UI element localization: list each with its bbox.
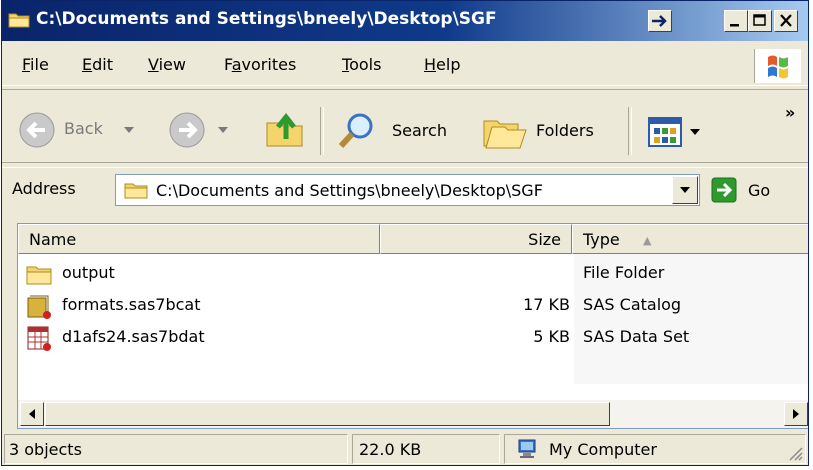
- list-item[interactable]: output File Folder: [18, 260, 808, 288]
- menu-file[interactable]: File: [22, 55, 49, 74]
- up-folder-icon[interactable]: [264, 109, 306, 151]
- views-dropdown-icon: [690, 129, 700, 135]
- go-button-label[interactable]: Go: [748, 181, 770, 200]
- search-label: Search: [392, 121, 447, 140]
- close-button[interactable]: [774, 10, 798, 32]
- status-objects-pane: 3 objects: [4, 434, 348, 464]
- folders-button[interactable]: Folders: [480, 109, 616, 153]
- file-size: 17 KB: [523, 295, 570, 314]
- status-size-pane: 22.0 KB: [352, 434, 500, 464]
- column-header-name-label: Name: [29, 230, 77, 249]
- horizontal-scrollbar[interactable]: [18, 400, 808, 428]
- sas-dataset-icon: [27, 326, 51, 351]
- status-zone: My Computer: [549, 440, 657, 459]
- toolbar-separator: [320, 107, 324, 155]
- folder-icon: [124, 183, 148, 199]
- column-header-size[interactable]: Size: [380, 224, 572, 254]
- address-input[interactable]: C:\Documents and Settings\bneely\Desktop…: [115, 174, 700, 206]
- menu-favorites[interactable]: Favorites: [224, 55, 296, 74]
- menu-tools[interactable]: Tools: [342, 55, 381, 74]
- my-computer-icon: [518, 439, 536, 458]
- address-label: Address: [12, 179, 76, 198]
- title-bar[interactable]: C:\Documents and Settings\bneely\Desktop…: [2, 1, 808, 41]
- resize-grip-icon[interactable]: [787, 445, 803, 461]
- column-header-name[interactable]: Name: [18, 224, 380, 254]
- column-header-type[interactable]: Type ▲: [572, 224, 808, 254]
- sas-catalog-icon: [27, 295, 51, 319]
- back-arrow-icon: [19, 112, 55, 148]
- list-item[interactable]: d1afs24.sas7bdat 5 KB SAS Data Set: [18, 324, 808, 352]
- toolbar-overflow-chevron[interactable]: »: [785, 103, 795, 122]
- status-size: 22.0 KB: [359, 440, 422, 459]
- forward-button[interactable]: [166, 107, 246, 153]
- back-button[interactable]: Back: [16, 107, 146, 153]
- search-icon: [338, 113, 373, 149]
- list-item[interactable]: formats.sas7bcat 17 KB SAS Catalog: [18, 292, 808, 320]
- address-dropdown-button[interactable]: [672, 176, 698, 204]
- column-header-type-label: Type: [583, 230, 620, 249]
- file-name: output: [62, 263, 115, 282]
- file-type: File Folder: [583, 263, 665, 282]
- file-type: SAS Catalog: [583, 295, 682, 314]
- file-list[interactable]: Name Size Type ▲ output File Folder form…: [17, 223, 808, 429]
- status-bar: 3 objects 22.0 KB My Computer: [2, 431, 808, 465]
- views-icon: [648, 117, 682, 147]
- windows-logo-icon: [754, 49, 801, 83]
- search-button[interactable]: Search: [336, 109, 466, 153]
- scroll-left-button[interactable]: [20, 402, 44, 426]
- minimize-button[interactable]: [724, 10, 748, 32]
- menu-bar: File Edit View Favorites Tools Help: [2, 45, 808, 86]
- scroll-right-button[interactable]: [784, 402, 808, 426]
- file-type: SAS Data Set: [583, 327, 690, 346]
- folder-icon: [8, 13, 30, 28]
- forward-arrow-icon: [169, 112, 205, 148]
- go-arrow-icon[interactable]: [711, 177, 737, 203]
- explorer-window: C:\Documents and Settings\bneely\Desktop…: [1, 0, 809, 466]
- menu-view[interactable]: View: [148, 55, 186, 74]
- address-value: C:\Documents and Settings\bneely\Desktop…: [156, 181, 543, 200]
- column-header-size-label: Size: [528, 230, 561, 249]
- go-up-arrow-icon[interactable]: [648, 10, 672, 32]
- file-name: formats.sas7bcat: [62, 295, 201, 314]
- status-zone-pane: My Computer: [504, 434, 806, 464]
- maximize-button[interactable]: [748, 10, 772, 32]
- folder-icon: [26, 266, 52, 285]
- file-size: 5 KB: [533, 327, 570, 346]
- folders-label: Folders: [536, 121, 594, 140]
- menu-edit[interactable]: Edit: [82, 55, 113, 74]
- sort-ascending-icon: ▲: [643, 234, 652, 247]
- window-title: C:\Documents and Settings\bneely\Desktop…: [36, 9, 497, 29]
- status-objects: 3 objects: [9, 440, 82, 459]
- toolbar-separator: [628, 107, 632, 155]
- scroll-thumb[interactable]: [45, 402, 610, 426]
- folders-icon: [483, 120, 527, 149]
- back-dropdown-icon[interactable]: [124, 127, 134, 133]
- menu-help[interactable]: Help: [424, 55, 460, 74]
- views-button[interactable]: [646, 113, 710, 153]
- back-label: Back: [64, 119, 103, 138]
- forward-dropdown-icon[interactable]: [218, 127, 228, 133]
- file-name: d1afs24.sas7bdat: [62, 327, 205, 346]
